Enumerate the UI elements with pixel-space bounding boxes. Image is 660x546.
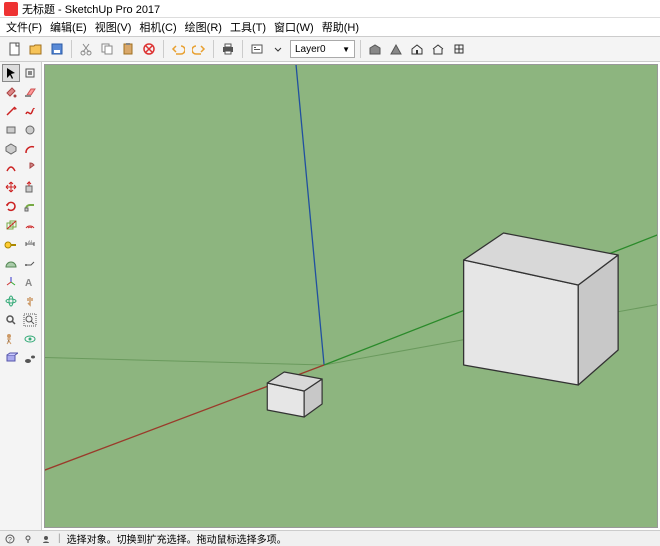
title-bar: 无标题 - SketchUp Pro 2017 xyxy=(0,0,660,18)
main-toolbar: Layer0 ▼ xyxy=(0,36,660,62)
layer-selector[interactable]: Layer0 ▼ xyxy=(290,40,355,58)
3dtext-tool-icon[interactable]: A xyxy=(21,273,39,291)
protractor-tool-icon[interactable] xyxy=(2,254,20,272)
delete-icon[interactable] xyxy=(140,40,158,58)
axes-tool-icon[interactable] xyxy=(2,273,20,291)
arc2-tool-icon[interactable] xyxy=(2,159,20,177)
svg-text:?: ? xyxy=(8,537,12,544)
redo-icon[interactable] xyxy=(190,40,208,58)
circle-tool-icon[interactable] xyxy=(21,121,39,139)
svg-text:A1: A1 xyxy=(28,239,34,244)
window-title: 无标题 - SketchUp Pro 2017 xyxy=(22,1,160,17)
dimension-tool-icon[interactable]: A1 xyxy=(21,235,39,253)
menu-tools[interactable]: 工具(T) xyxy=(230,19,266,35)
offset-tool-icon[interactable] xyxy=(21,216,39,234)
zoom-tool-icon[interactable] xyxy=(2,311,20,329)
app-icon xyxy=(4,2,18,16)
pushpull-tool-icon[interactable] xyxy=(21,178,39,196)
look-around-icon[interactable] xyxy=(21,330,39,348)
help-icon[interactable]: ? xyxy=(4,533,16,545)
geo-icon[interactable] xyxy=(22,533,34,545)
new-file-icon[interactable] xyxy=(6,40,24,58)
svg-text:A: A xyxy=(25,278,32,289)
copy-icon[interactable] xyxy=(98,40,116,58)
menu-edit[interactable]: 编辑(E) xyxy=(50,19,87,35)
chevron-down-icon: ▼ xyxy=(342,45,350,54)
pan-tool-icon[interactable] xyxy=(21,292,39,310)
undo-icon[interactable] xyxy=(169,40,187,58)
select-tool-icon[interactable] xyxy=(2,64,20,82)
menu-window[interactable]: 窗口(W) xyxy=(274,19,314,35)
status-tip: 选择对象。切换到扩充选择。拖动鼠标选择多项。 xyxy=(67,531,287,546)
tool-palette: A1 A xyxy=(0,62,42,530)
position-camera-icon[interactable] xyxy=(2,330,20,348)
move-tool-icon[interactable] xyxy=(2,178,20,196)
warehouse-icon[interactable] xyxy=(366,40,384,58)
interior-icon[interactable] xyxy=(429,40,447,58)
followme-tool-icon[interactable] xyxy=(21,197,39,215)
credit-icon[interactable] xyxy=(40,533,52,545)
walk-tool-icon[interactable] xyxy=(21,349,39,367)
save-icon[interactable] xyxy=(48,40,66,58)
freehand-tool-icon[interactable] xyxy=(21,102,39,120)
tape-tool-icon[interactable] xyxy=(2,235,20,253)
status-bar: ? | 选择对象。切换到扩充选择。拖动鼠标选择多项。 xyxy=(0,530,660,546)
section-tool-icon[interactable] xyxy=(2,349,20,367)
cut-icon[interactable] xyxy=(77,40,95,58)
status-separator: | xyxy=(58,533,61,544)
toolbar-separator xyxy=(242,40,243,58)
model-info-icon[interactable] xyxy=(248,40,266,58)
text-tool-icon[interactable] xyxy=(21,254,39,272)
house-icon[interactable] xyxy=(408,40,426,58)
toolbar-separator xyxy=(71,40,72,58)
orbit-tool-icon[interactable] xyxy=(2,292,20,310)
menu-bar: 文件(F) 编辑(E) 视图(V) 相机(C) 绘图(R) 工具(T) 窗口(W… xyxy=(0,18,660,36)
open-file-icon[interactable] xyxy=(27,40,45,58)
dropdown-icon[interactable] xyxy=(269,40,287,58)
extension-icon[interactable] xyxy=(387,40,405,58)
pie-tool-icon[interactable] xyxy=(21,159,39,177)
menu-file[interactable]: 文件(F) xyxy=(6,19,42,35)
viewport-3d[interactable] xyxy=(44,64,658,528)
menu-view[interactable]: 视图(V) xyxy=(95,19,132,35)
window-icon[interactable] xyxy=(450,40,468,58)
polygon-tool-icon[interactable] xyxy=(2,140,20,158)
zoom-extents-tool-icon[interactable] xyxy=(21,311,39,329)
component-tool-icon[interactable] xyxy=(21,64,39,82)
paint-tool-icon[interactable] xyxy=(2,83,20,101)
toolbar-separator xyxy=(213,40,214,58)
toolbar-separator xyxy=(360,40,361,58)
menu-help[interactable]: 帮助(H) xyxy=(322,19,359,35)
menu-camera[interactable]: 相机(C) xyxy=(139,19,176,35)
eraser-tool-icon[interactable] xyxy=(21,83,39,101)
paste-icon[interactable] xyxy=(119,40,137,58)
arc-tool-icon[interactable] xyxy=(21,140,39,158)
scale-tool-icon[interactable] xyxy=(2,216,20,234)
rectangle-tool-icon[interactable] xyxy=(2,121,20,139)
toolbar-separator xyxy=(163,40,164,58)
menu-draw[interactable]: 绘图(R) xyxy=(185,19,222,35)
rotate-tool-icon[interactable] xyxy=(2,197,20,215)
layer-current-label: Layer0 xyxy=(295,44,326,55)
print-icon[interactable] xyxy=(219,40,237,58)
line-tool-icon[interactable] xyxy=(2,102,20,120)
